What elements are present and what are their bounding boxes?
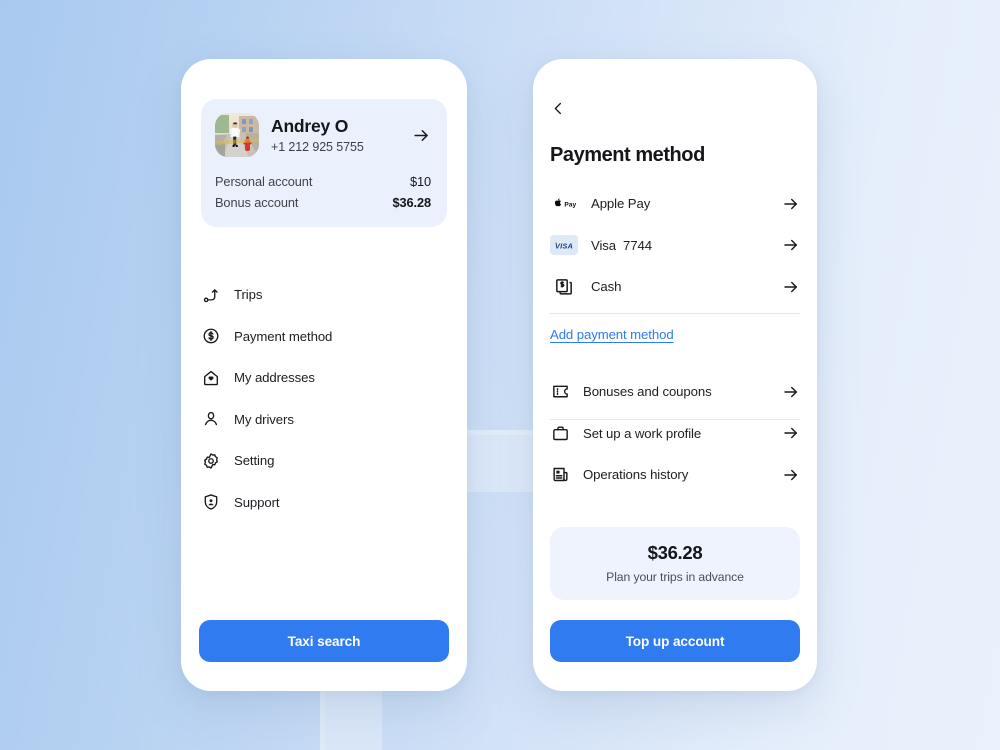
briefcase-icon	[550, 423, 570, 443]
profile-header: Andrey O +1 212 925 5755	[215, 113, 431, 157]
profile-identity: Andrey O +1 212 925 5755	[271, 116, 400, 154]
sidebar-item-trips[interactable]: Trips	[199, 274, 449, 316]
profile-phone: +1 212 925 5755	[271, 140, 364, 154]
arrow-right-icon[interactable]	[782, 466, 800, 484]
payment-method-number: 7744	[623, 237, 652, 253]
balance-amount: $36.28	[647, 542, 703, 563]
person-icon	[201, 409, 221, 429]
payment-method-label: Visa 7744	[591, 238, 769, 253]
svg-text:VISA: VISA	[555, 242, 573, 251]
profile-name: Andrey O	[271, 116, 349, 136]
visa-logo-icon: VISA	[550, 235, 578, 256]
account-row: Bonus account $36.28	[215, 192, 431, 213]
account-value: $36.28	[392, 195, 431, 210]
sidebar-item-setting[interactable]: Setting	[199, 440, 449, 482]
arrow-right-icon[interactable]	[782, 278, 800, 296]
taxi-search-button[interactable]: Taxi search	[199, 620, 449, 662]
home-icon	[201, 368, 221, 388]
extras-item-label: Bonuses and coupons	[583, 384, 712, 400]
profile-card[interactable]: Andrey O +1 212 925 5755 Personal accoun…	[201, 99, 447, 227]
sidebar-item-my-drivers[interactable]: My drivers	[199, 399, 449, 441]
route-icon	[201, 285, 221, 305]
shield-person-icon	[201, 492, 221, 512]
account-value: $10	[409, 174, 431, 189]
sidebar-item-label: Payment method	[234, 328, 333, 344]
apple-pay-logo-icon: Pay	[550, 193, 578, 214]
payment-method-name: Apple Pay	[591, 196, 651, 212]
gear-icon	[201, 451, 221, 471]
balance-subtitle: Plan your trips in advance	[606, 570, 744, 584]
sidebar-item-my-addresses[interactable]: My addresses	[199, 357, 449, 399]
extras-item-label: Set up a work profile	[583, 425, 702, 441]
cash-icon	[550, 277, 578, 297]
account-row: Personal account $10	[215, 171, 431, 192]
sidebar-item-label: My addresses	[234, 370, 315, 386]
sidebar-item-label: My drivers	[234, 411, 294, 427]
add-payment-method-link[interactable]: Add payment method	[550, 327, 674, 342]
page-title: Payment method	[550, 144, 705, 166]
extras-item-set-up-a-work-profile[interactable]: Set up a work profile	[550, 413, 800, 455]
top-up-account-button[interactable]: Top up account	[550, 620, 800, 662]
payment-method-label: Apple Pay	[591, 196, 769, 211]
sidebar-item-label: Setting	[234, 453, 275, 469]
chevron-left-icon	[551, 101, 566, 119]
account-balances: Personal account $10 Bonus account $36.2…	[215, 171, 431, 213]
account-label: Personal account	[215, 174, 313, 189]
arrow-right-icon[interactable]	[782, 195, 800, 213]
balance-card: $36.28 Plan your trips in advance	[550, 527, 800, 600]
sidebar-item-label: Trips	[234, 287, 263, 303]
ticket-icon	[550, 382, 570, 402]
account-label: Bonus account	[215, 195, 299, 210]
payment-methods-list: Pay Apple Pay VISA Visa 7744 Cash	[550, 183, 800, 308]
payment-method-cash[interactable]: Cash	[550, 266, 800, 308]
payment-method-visa[interactable]: VISA Visa 7744	[550, 225, 800, 267]
payment-method-name: Visa	[591, 237, 617, 253]
sidebar-item-label: Support	[234, 494, 280, 510]
extras-item-operations-history[interactable]: Operations history	[550, 454, 800, 496]
arrow-right-icon[interactable]	[782, 236, 800, 254]
dollar-circle-icon	[201, 326, 221, 346]
svg-text:Pay: Pay	[564, 201, 576, 208]
background-watermark	[0, 0, 1000, 750]
extras-item-label: Operations history	[583, 467, 689, 483]
sidebar-item-support[interactable]: Support	[199, 482, 449, 524]
arrow-right-icon[interactable]	[412, 126, 431, 145]
receipt-icon	[550, 465, 570, 485]
payment-method-label: Cash	[591, 279, 769, 294]
left-phone-screen: Andrey O +1 212 925 5755 Personal accoun…	[181, 59, 467, 691]
payment-method-apple-pay[interactable]: Pay Apple Pay	[550, 183, 800, 225]
extras-list: Bonuses and coupons Set up a work profil…	[550, 371, 800, 496]
sidebar-menu: Trips Payment method My addresses My dri…	[199, 274, 449, 523]
right-phone-screen: Payment method Pay Apple Pay VISA Visa 7…	[533, 59, 817, 691]
avatar	[215, 113, 259, 157]
payment-method-name: Cash	[591, 279, 622, 295]
back-button[interactable]	[551, 97, 577, 123]
sidebar-item-payment-method[interactable]: Payment method	[199, 316, 449, 358]
extras-item-bonuses-and-coupons[interactable]: Bonuses and coupons	[550, 371, 800, 413]
arrow-right-icon[interactable]	[782, 383, 800, 401]
divider	[550, 313, 800, 314]
arrow-right-icon[interactable]	[782, 424, 800, 442]
